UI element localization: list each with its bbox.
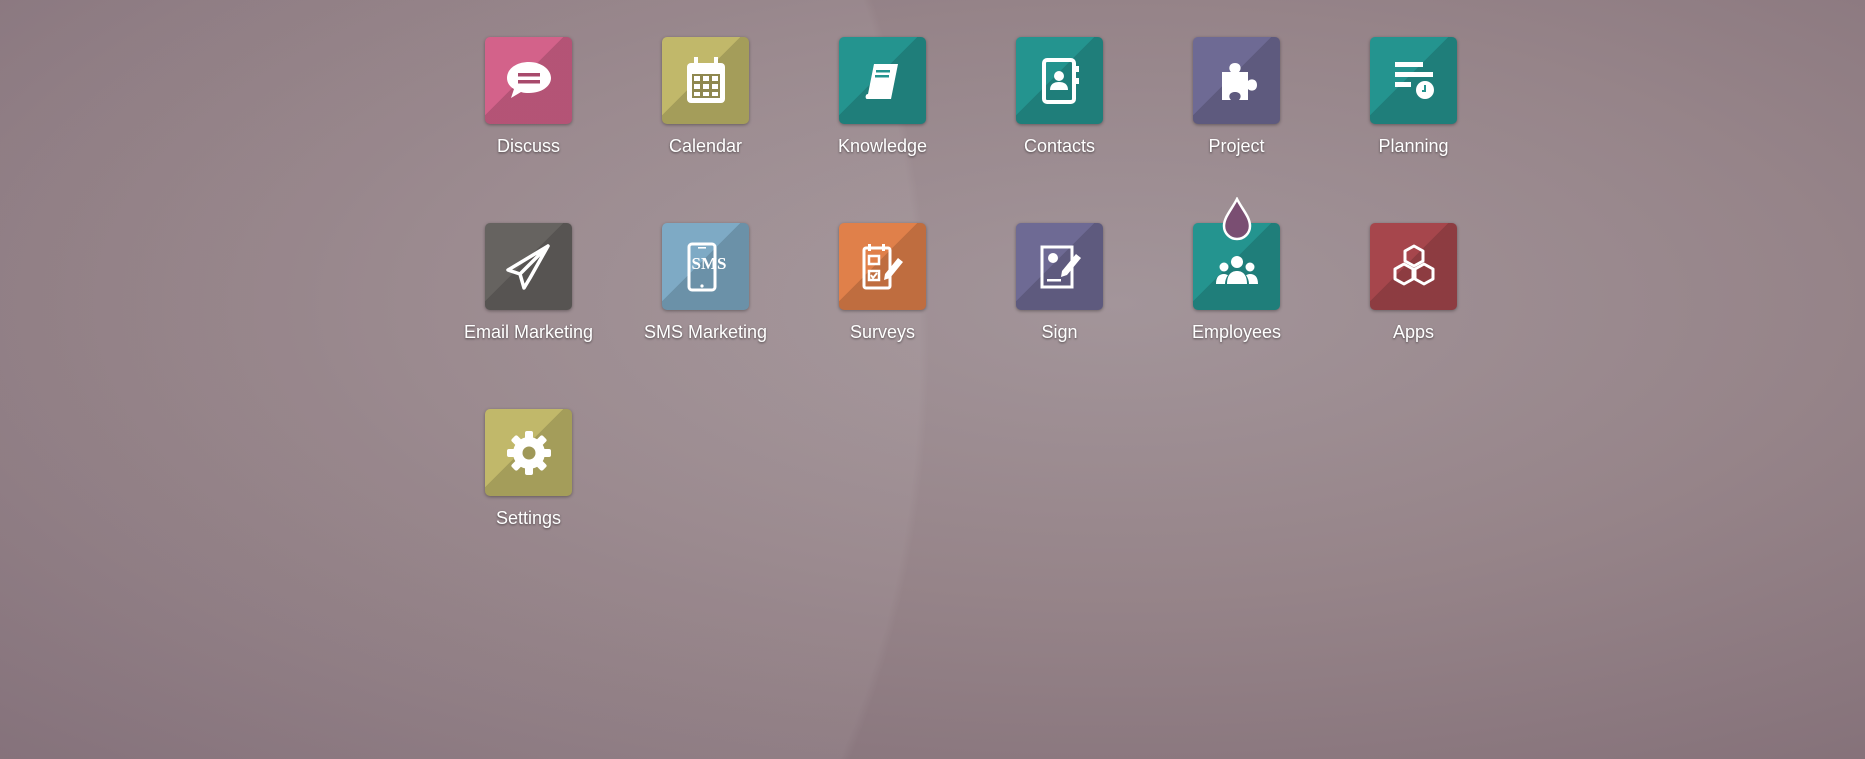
app-email-marketing[interactable]: Email Marketing [440,223,617,343]
app-discuss[interactable]: Discuss [440,37,617,157]
app-tile [1016,37,1103,124]
app-tile [485,223,572,310]
app-employees[interactable]: Employees [1148,197,1325,343]
app-tile [1370,37,1457,124]
cubes-icon [1393,244,1434,285]
address-book-icon [1041,57,1079,104]
app-calendar[interactable]: Calendar [617,37,794,157]
app-label: Project [1208,136,1265,156]
app-label: Discuss [496,136,560,156]
app-label: Settings [495,508,562,528]
app-apps[interactable]: Apps [1325,223,1502,343]
app-project[interactable]: Project [1148,37,1325,157]
app-tile [839,37,926,124]
app-planning[interactable]: Planning [1325,37,1502,157]
chat-bubble-icon [506,61,551,98]
app-sms-marketing[interactable]: SMS SMS Marketing [617,223,794,343]
app-tile [1370,223,1457,310]
app-tile [839,223,926,310]
planning-icon [1394,61,1434,99]
app-label: SMS Marketing [643,322,768,342]
app-knowledge[interactable]: Knowledge [794,37,971,157]
app-label: Surveys [849,322,916,342]
app-label: Sign [1041,322,1078,342]
book-icon [865,63,898,99]
app-label: Knowledge [837,136,928,156]
app-tile [662,37,749,124]
paper-plane-icon [505,243,550,290]
app-label: Apps [1392,322,1435,342]
employees-icon [1215,255,1258,284]
app-tile [1193,37,1280,124]
app-sign[interactable]: Sign [971,223,1148,343]
app-tile [485,37,572,124]
app-label: Email Marketing [463,322,594,342]
app-tile [1016,223,1103,310]
app-settings[interactable]: Settings [440,409,617,529]
gear-icon [506,430,551,475]
app-surveys[interactable]: Surveys [794,223,971,343]
survey-icon [862,243,903,289]
app-grid: Discuss Calendar Knowledge Contacts Proj… [440,37,1502,529]
sms-phone-icon: SMS [687,242,726,291]
calendar-icon [686,56,725,103]
app-label: Planning [1378,136,1449,156]
app-label: Calendar [668,136,743,156]
app-label: Contacts [1023,136,1096,156]
app-tile: SMS [662,223,749,310]
sms-text: SMS [691,254,726,273]
app-tile [485,409,572,496]
app-label: Employees [1191,322,1282,342]
sign-icon [1040,245,1081,288]
focus-drop-indicator [1222,197,1251,241]
puzzle-icon [1221,62,1257,100]
app-contacts[interactable]: Contacts [971,37,1148,157]
